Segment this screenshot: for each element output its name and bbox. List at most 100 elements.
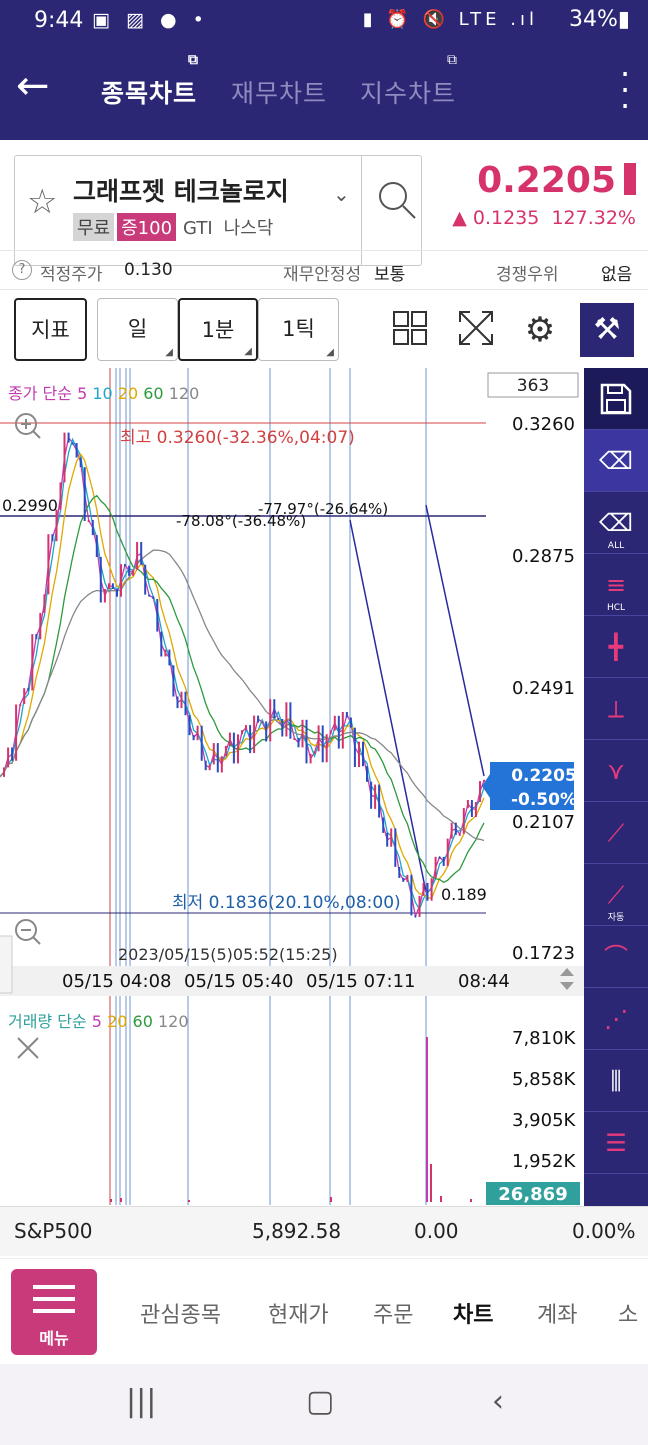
- nav-order[interactable]: 주문: [373, 1297, 413, 1329]
- vertical-line-icon[interactable]: ⋎: [584, 740, 648, 802]
- candle: [3, 767, 5, 777]
- candle: [374, 784, 377, 809]
- candle: [87, 520, 90, 522]
- candle: [446, 838, 449, 867]
- channel-lines-icon[interactable]: ☰: [584, 1112, 648, 1174]
- tab-financial-chart[interactable]: 재무차트: [231, 74, 327, 110]
- horizontal-line-icon[interactable]: ⟂: [584, 678, 648, 740]
- chart-canvas[interactable]: 363 최고 0.3260(-32.36%,04:07) 0.2990 -77.…: [0, 368, 584, 1268]
- settings-gear-icon[interactable]: ⚙: [518, 308, 562, 352]
- volume-bar: [426, 1037, 428, 1202]
- price-chart[interactable]: 363 최고 0.3260(-32.36%,04:07) 0.2990 -77.…: [0, 368, 584, 1268]
- candle: [47, 534, 50, 595]
- auto-trend-icon[interactable]: ⟋ 자동: [584, 864, 648, 926]
- x-overlap-label: 2023/05/15(5)05:52(15:25): [118, 945, 338, 964]
- price-tag-arrow: [482, 774, 490, 798]
- search-icon[interactable]: [373, 176, 421, 224]
- recent-apps-icon[interactable]: |||: [126, 1384, 156, 1419]
- back-arrow-icon[interactable]: ←: [16, 66, 50, 106]
- candle: [462, 808, 465, 834]
- eraser-icon[interactable]: ⌫: [584, 430, 648, 492]
- candle: [99, 557, 102, 603]
- index-ticker-row[interactable]: S&P500 5,892.58 0.00 0.00%: [0, 1206, 648, 1256]
- nav-watchlist[interactable]: 관심종목: [140, 1297, 221, 1329]
- trend-line-icon[interactable]: ⟋: [584, 802, 648, 864]
- notification-icons: ▣ ▨ ● •: [92, 9, 209, 31]
- period-label: 일: [127, 317, 148, 341]
- arc-icon[interactable]: ⌒: [584, 926, 648, 988]
- vol-ma-60: 60: [132, 1012, 153, 1031]
- period-1min-button[interactable]: 1분 ◢: [178, 298, 258, 361]
- candle: [362, 741, 364, 767]
- pip-icon[interactable]: ⧉: [447, 52, 458, 68]
- candle: [370, 781, 373, 809]
- fair-value-row: ? 적정주가 0.130 재무안정성 보통 경쟁우위 없음: [0, 250, 648, 290]
- grid-layout-icon[interactable]: [388, 308, 432, 352]
- nav-account[interactable]: 계좌: [537, 1297, 577, 1329]
- cycle-lines-icon[interactable]: ⫼: [584, 1050, 648, 1112]
- candle: [128, 565, 131, 576]
- tab-index-chart[interactable]: 지수차트 ⧉: [360, 52, 457, 110]
- candle: [71, 442, 74, 445]
- candle: [261, 721, 264, 724]
- close-icon[interactable]: [17, 1037, 39, 1059]
- candle: [132, 569, 135, 576]
- hcl-lines-icon[interactable]: ≡ HCL: [584, 554, 648, 616]
- candle: [224, 745, 227, 757]
- more-vertical-icon[interactable]: · · ·: [620, 58, 630, 122]
- candle: [426, 882, 429, 901]
- pip-icon[interactable]: ⧉: [188, 52, 199, 68]
- zoom-in-icon[interactable]: [15, 413, 41, 439]
- menu-button[interactable]: 메뉴: [11, 1269, 97, 1355]
- period-day-button[interactable]: 일 ◢: [97, 298, 178, 361]
- corner-arrow-icon: ◢: [244, 346, 252, 357]
- nav-current-price[interactable]: 현재가: [268, 1297, 329, 1329]
- candle: [31, 634, 34, 691]
- candle: [305, 719, 308, 764]
- candle: [200, 725, 203, 761]
- candle: [204, 760, 207, 771]
- candle: [212, 743, 215, 765]
- y-tick-1: 0.2875: [512, 546, 575, 567]
- ma-5: 5: [77, 384, 88, 403]
- candle: [168, 649, 171, 666]
- volume-bar: [188, 1200, 190, 1202]
- vol-ma-5: 5: [91, 1012, 102, 1031]
- home-icon[interactable]: ▢: [306, 1384, 334, 1419]
- chevron-down-icon[interactable]: ⌄: [333, 182, 350, 206]
- current-price-tag-pct: -0.50%: [511, 790, 577, 810]
- eraser-all-icon[interactable]: ⌫ ALL: [584, 492, 648, 554]
- fullscreen-icon[interactable]: [454, 308, 498, 352]
- candle: [140, 542, 143, 565]
- star-icon[interactable]: ☆: [27, 182, 57, 222]
- help-icon[interactable]: ?: [12, 260, 32, 280]
- fan-lines-icon[interactable]: ⋰: [584, 988, 648, 1050]
- indicator-button[interactable]: 지표: [14, 298, 87, 361]
- vol-tick-1: 5,858K: [512, 1069, 577, 1090]
- candle: [160, 631, 163, 657]
- candle: [438, 856, 441, 859]
- nav-more[interactable]: 소: [618, 1297, 638, 1329]
- battery-indicator: 34%▮: [568, 7, 630, 32]
- tag-margin: 증100: [117, 213, 177, 241]
- period-1tick-button[interactable]: 1틱 ◢: [258, 298, 339, 361]
- candle: [414, 915, 417, 918]
- competition-label: 경쟁우위: [496, 265, 559, 285]
- volume-ma-legend[interactable]: 거래량 단순 5 20 60 120: [8, 1008, 189, 1032]
- current-volume: 26,869: [498, 1184, 567, 1205]
- left-handle[interactable]: [0, 935, 13, 994]
- nav-chart[interactable]: 차트: [453, 1297, 493, 1329]
- cross-line-icon[interactable]: ╋: [584, 616, 648, 678]
- back-icon[interactable]: ‹: [492, 1384, 504, 1419]
- candle: [358, 741, 360, 768]
- candle: [390, 828, 393, 847]
- chart-toolbar: 지표 일 ◢ 1분 ◢ 1틱 ◢ ⚙ ⚒: [0, 290, 648, 370]
- tab-stock-chart[interactable]: 종목차트 ⧉: [101, 52, 198, 110]
- ma-legend[interactable]: 종가 단순 5 10 20 60 120: [8, 380, 199, 404]
- candle: [164, 649, 167, 657]
- candle: [220, 756, 223, 773]
- zoom-out-icon[interactable]: [15, 919, 41, 945]
- tools-icon[interactable]: ⚒: [580, 303, 634, 357]
- save-icon[interactable]: [584, 368, 648, 430]
- stability-value: 보통: [374, 265, 406, 285]
